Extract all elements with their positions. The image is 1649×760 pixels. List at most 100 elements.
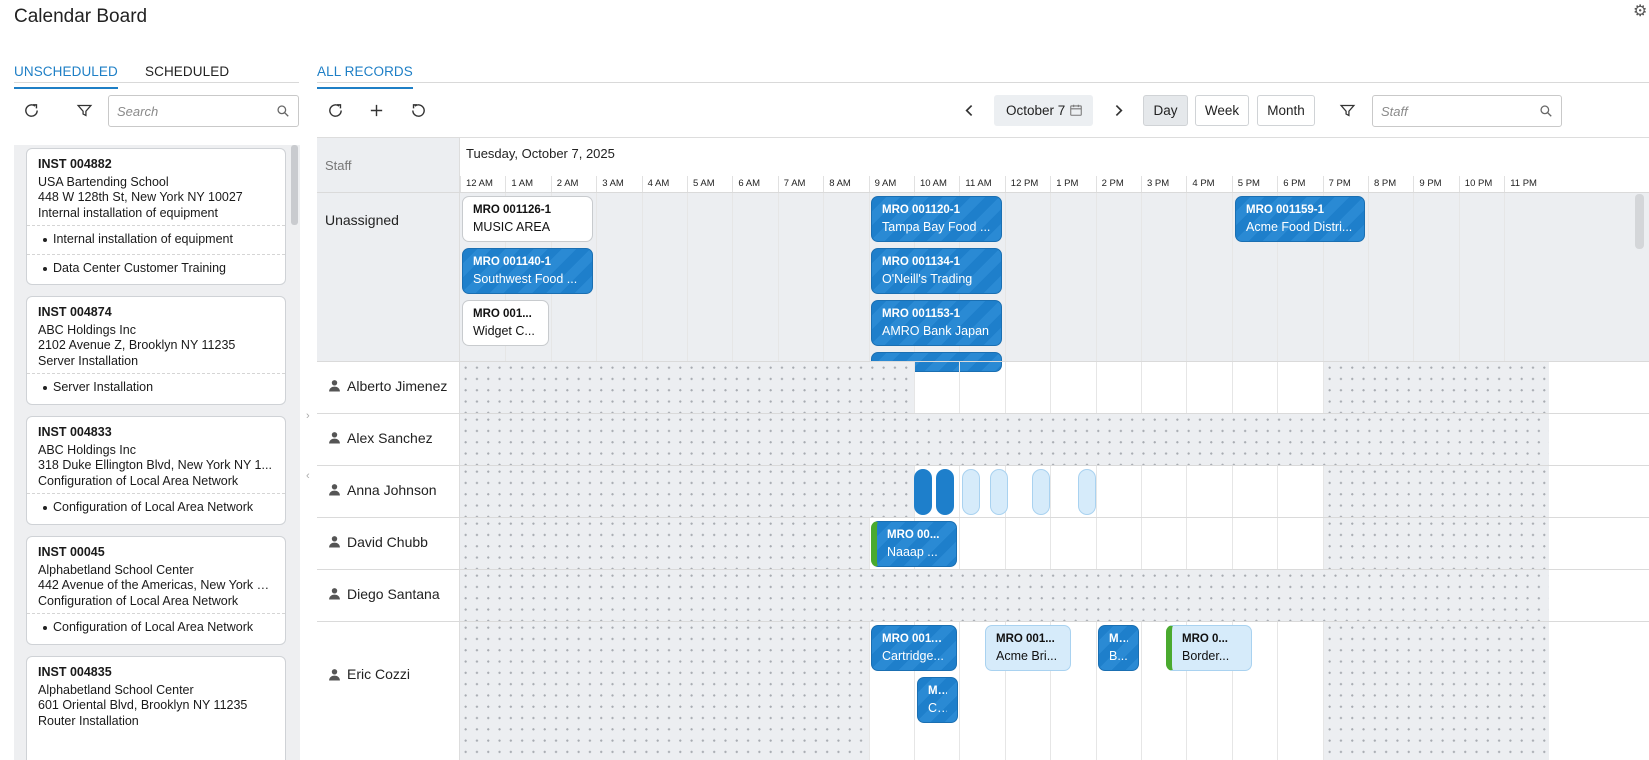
row-timeline[interactable]: MRO 001126-1 MUSIC AREA MRO 001140-1 South…: [460, 193, 1549, 372]
hour-label: 4 PM: [1186, 176, 1231, 192]
staff-row[interactable]: Diego Santana: [317, 569, 1649, 621]
card-line: 318 Duke Ellington Blvd, New York NY 1..…: [38, 458, 272, 472]
hour-label: 11 AM: [959, 176, 1004, 192]
card-bullet: Server Installation: [27, 373, 285, 402]
event-card[interactable]: MRO 001140-1 Southwest Food ...: [462, 248, 593, 294]
calendar-grid[interactable]: Staff Tuesday, October 7, 2025 12 AM 1 AM…: [317, 137, 1649, 760]
view-week-button[interactable]: Week: [1195, 95, 1249, 126]
event-card[interactable]: MRO 0... Border...: [1166, 625, 1252, 671]
filter-icon[interactable]: [68, 94, 100, 126]
hour-gridline: [1277, 518, 1279, 569]
event-id: MRO 0...: [1182, 633, 1229, 645]
filter-icon[interactable]: [1331, 94, 1363, 126]
event-pill[interactable]: [990, 469, 1008, 515]
event-card[interactable]: MRO 001120-1 Tampa Bay Food ...: [871, 196, 1002, 242]
event-card[interactable]: M... B...: [1098, 625, 1139, 671]
panel-splitter[interactable]: › ‹: [306, 410, 310, 490]
event-id: M...: [928, 685, 947, 697]
date-picker[interactable]: October 7: [994, 95, 1093, 126]
event-card[interactable]: MRO 00... Naaap ...: [871, 521, 957, 567]
off-hours-area: [1324, 622, 1549, 760]
event-pill[interactable]: [962, 469, 980, 515]
hour-gridline: [1277, 622, 1279, 760]
search-box[interactable]: [108, 95, 299, 127]
event-card[interactable]: MRO 001159-1 Acme Food Distri...: [1235, 196, 1365, 242]
staff-column-header[interactable]: Staff: [317, 138, 460, 192]
list-item[interactable]: INST 004835 Alphabetland School Center 6…: [26, 656, 286, 760]
tab-unscheduled[interactable]: UNSCHEDULED: [14, 64, 118, 89]
row-timeline[interactable]: [460, 466, 1549, 517]
add-icon[interactable]: [360, 94, 392, 126]
calendar-icon[interactable]: [1069, 103, 1083, 117]
off-hours-area: [460, 518, 869, 569]
person-icon: [329, 484, 340, 496]
event-card[interactable]: MRO 001126-1 MUSIC AREA: [462, 196, 593, 242]
grid-scrollbar[interactable]: [1635, 194, 1644, 249]
staff-row[interactable]: Alex Sanchez: [317, 413, 1649, 465]
list-item[interactable]: INST 00045 Alphabetland School Center 44…: [26, 536, 286, 645]
event-card[interactable]: MRO 001153-1 AMRO Bank Japan: [871, 300, 1002, 346]
reset-icon[interactable]: [402, 94, 434, 126]
hour-gridline: [1050, 518, 1052, 569]
event-card[interactable]: MRO 0011... Cartridge...: [871, 625, 957, 671]
list-item[interactable]: INST 004882 USA Bartending School 448 W …: [26, 148, 286, 285]
tab-scheduled[interactable]: SCHEDULED: [145, 64, 229, 87]
hour-gridline: [1004, 362, 1006, 413]
chevron-right-icon[interactable]: [1102, 94, 1134, 126]
hour-label: 7 PM: [1322, 176, 1368, 192]
event-id: MRO 001...: [996, 633, 1055, 645]
unscheduled-list[interactable]: INST 004882 USA Bartending School 448 W …: [14, 145, 300, 760]
hour-label: 6 PM: [1277, 176, 1322, 192]
event-pill[interactable]: [1078, 469, 1096, 515]
row-name: Unassigned: [325, 212, 399, 228]
row-timeline[interactable]: [460, 414, 1549, 465]
view-month-button[interactable]: Month: [1257, 95, 1315, 126]
chevron-left-icon[interactable]: [953, 94, 985, 126]
event-card[interactable]: MRO 001... Acme Bri...: [985, 625, 1071, 671]
hour-gridline: [959, 518, 961, 569]
event-pill[interactable]: [936, 469, 954, 515]
staff-row[interactable]: Eric Cozzi MRO 0011... Cartridge... MRO 0…: [317, 621, 1649, 760]
hour-gridline: [1186, 362, 1188, 413]
list-item[interactable]: INST 004874 ABC Holdings Inc 2102 Avenue…: [26, 296, 286, 405]
event-card[interactable]: MRO 001134-1 O'Neill's Trading: [871, 248, 1002, 294]
person-icon: [329, 536, 340, 548]
search-icon: [277, 105, 289, 117]
staff-row[interactable]: Alberto Jimenez: [317, 361, 1649, 413]
row-timeline[interactable]: [460, 570, 1549, 621]
list-item[interactable]: INST 004833 ABC Holdings Inc 318 Duke El…: [26, 416, 286, 525]
tab-all-records[interactable]: ALL RECORDS: [317, 64, 413, 89]
event-card[interactable]: MRO 001... Widget C...: [462, 300, 549, 346]
search-input[interactable]: [109, 96, 298, 126]
staff-row[interactable]: David Chubb MRO 00... Naaap ...: [317, 517, 1649, 569]
hour-gridline: [823, 193, 825, 361]
event-card[interactable]: M... C...: [917, 677, 958, 723]
gear-icon[interactable]: ⚙: [1633, 4, 1649, 20]
refresh-icon[interactable]: [319, 94, 351, 126]
row-timeline[interactable]: MRO 0011... Cartridge... MRO 001... Acme B…: [460, 622, 1549, 760]
hour-label: 1 AM: [505, 176, 550, 192]
row-timeline[interactable]: [460, 362, 1549, 413]
staff-row[interactable]: Anna Johnson: [317, 465, 1649, 517]
page-title: Calendar Board: [14, 6, 148, 27]
event-title: Acme Food Distri...: [1246, 220, 1353, 234]
hour-gridline: [1095, 193, 1097, 361]
refresh-icon[interactable]: [15, 94, 47, 126]
chevron-right-icon[interactable]: ›: [306, 410, 310, 422]
left-scrollbar[interactable]: [291, 145, 298, 225]
row-label: Eric Cozzi: [317, 622, 460, 760]
unassigned-row[interactable]: Unassigned MRO 001126-1 MUSIC AREA MRO 00…: [317, 192, 1649, 372]
event-pill[interactable]: [1032, 469, 1050, 515]
card-id: INST 004882: [38, 157, 112, 171]
hour-gridline: [1141, 362, 1142, 413]
event-id: MRO 001134-1: [882, 256, 960, 268]
row-timeline[interactable]: MRO 00... Naaap ...: [460, 518, 1549, 569]
staff-search-input[interactable]: [1373, 96, 1561, 126]
staff-search-box[interactable]: [1372, 95, 1562, 127]
event-id: MRO 001140-1: [473, 256, 551, 268]
person-icon: [329, 380, 340, 392]
event-pill[interactable]: [914, 469, 932, 515]
view-day-button[interactable]: Day: [1143, 95, 1188, 126]
card-line: Server Installation: [38, 353, 139, 368]
chevron-left-icon[interactable]: ‹: [306, 470, 310, 482]
